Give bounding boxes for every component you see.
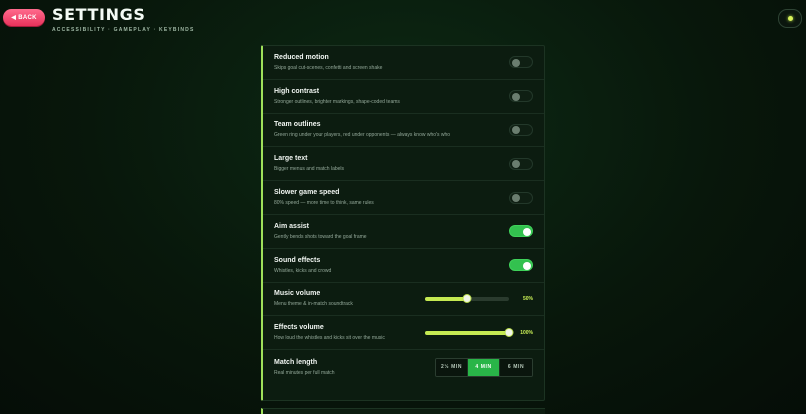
theme-toggle-button[interactable] [778,9,802,28]
large-text-toggle[interactable] [509,157,533,170]
page-title: SETTINGS [52,5,146,24]
setting-text: Reduced motion Skips goal cut-scenes, con… [274,54,509,71]
music-volume-control: 50% [425,293,533,303]
setting-title: Aim assist [274,222,310,230]
slower-game-speed-toggle[interactable] [509,191,533,204]
setting-title: Reduced motion [274,53,329,61]
setting-row-large-text: Large text Bigger menus and match labels [263,147,544,182]
toggle-knob [523,261,531,270]
setting-text: Aim assist Gently bends shots toward the … [274,223,509,240]
setting-text: Music volume Menu theme & in-match soundt… [274,290,425,307]
page-subtitle: ACCESSIBILITY · GAMEPLAY · KEYBINDS [52,27,195,33]
setting-row-sound-effects: Sound effects Whistles, kicks and crowd [263,249,544,283]
setting-title: Effects volume [274,324,324,332]
setting-row-effects-volume: Effects volume How loud the whistles and … [263,316,544,351]
slider-value: 50% [522,295,533,302]
setting-description: Skips goal cut-scenes, confetti and scre… [274,64,383,71]
sound-effects-toggle[interactable] [509,259,533,272]
back-arrow-icon: ◀ [11,15,17,21]
setting-description: Bigger menus and match labels [274,166,345,173]
setting-description: Gently bends shots toward the goal frame [274,233,367,240]
setting-description: Menu theme & in-match soundtrack [274,301,353,308]
toggle-knob [512,58,520,67]
setting-row-music-volume: Music volume Menu theme & in-match soundt… [263,283,544,317]
toggle-knob [512,194,520,203]
setting-title: Team outlines [274,121,321,129]
settings-panel: Reduced motion Skips goal cut-scenes, con… [261,45,545,401]
effects-volume-slider[interactable] [425,327,514,337]
effects-volume-control: 100% [425,327,533,337]
setting-title: Sound effects [274,256,321,264]
setting-text: Effects volume How loud the whistles and … [274,324,425,341]
setting-title: Music volume [274,290,321,298]
setting-title: Match length [274,358,318,366]
toggle-knob [523,227,531,236]
slider-fill [425,296,467,301]
team-outlines-toggle[interactable] [509,123,533,136]
setting-text: Sound effects Whistles, kicks and crowd [274,257,509,274]
setting-text: Match length Real minutes per full match [274,359,435,376]
setting-description: Green ring under your players, red under… [274,132,451,139]
slider-value: 100% [520,329,533,336]
setting-description: Whistles, kicks and crowd [274,267,332,274]
setting-text: Team outlines Green ring under your playe… [274,121,509,138]
slider-fill [425,330,509,335]
setting-row-slower-game-speed: Slower game speed 80% speed — more time t… [263,181,544,215]
setting-text: High contrast Stronger outlines, brighter… [274,88,509,105]
option-4-min[interactable]: 4 MIN [468,358,500,376]
setting-row-high-contrast: High contrast Stronger outlines, brighter… [263,80,544,114]
setting-row-match-length: Match length Real minutes per full match 2… [263,350,544,384]
next-panel-edge [261,408,545,414]
setting-title: Slower game speed [274,189,340,197]
setting-row-reduced-motion: Reduced motion Skips goal cut-scenes, con… [263,46,544,80]
toggle-knob [512,92,520,101]
setting-title: Large text [274,155,308,163]
setting-description: How loud the whistles and kicks sit over… [274,335,385,342]
toggle-knob [512,160,520,169]
high-contrast-toggle[interactable] [509,90,533,103]
setting-text: Large text Bigger menus and match labels [274,155,509,172]
setting-description: 80% speed — more time to think, same rul… [274,200,374,207]
music-volume-slider[interactable] [425,293,509,303]
back-label: BACK [18,14,37,21]
slider-thumb[interactable] [462,293,472,303]
setting-title: High contrast [274,87,320,95]
match-length-selector: 2½ MIN 4 MIN 6 MIN [435,357,533,377]
indicator-dot-icon [787,16,793,21]
toggle-knob [512,126,520,135]
setting-row-aim-assist: Aim assist Gently bends shots toward the … [263,215,544,249]
slider-thumb[interactable] [504,327,514,337]
back-button[interactable]: ◀ BACK [3,9,45,26]
setting-description: Stronger outlines, brighter markings, sh… [274,98,400,105]
aim-assist-toggle[interactable] [509,225,533,238]
setting-text: Slower game speed 80% speed — more time t… [274,189,509,206]
setting-description: Real minutes per full match [274,369,335,376]
option-2-min[interactable]: 2½ MIN [436,358,468,376]
option-6-min[interactable]: 6 MIN [500,358,532,376]
setting-row-team-outlines: Team outlines Green ring under your playe… [263,114,544,148]
reduced-motion-toggle[interactable] [509,56,533,69]
